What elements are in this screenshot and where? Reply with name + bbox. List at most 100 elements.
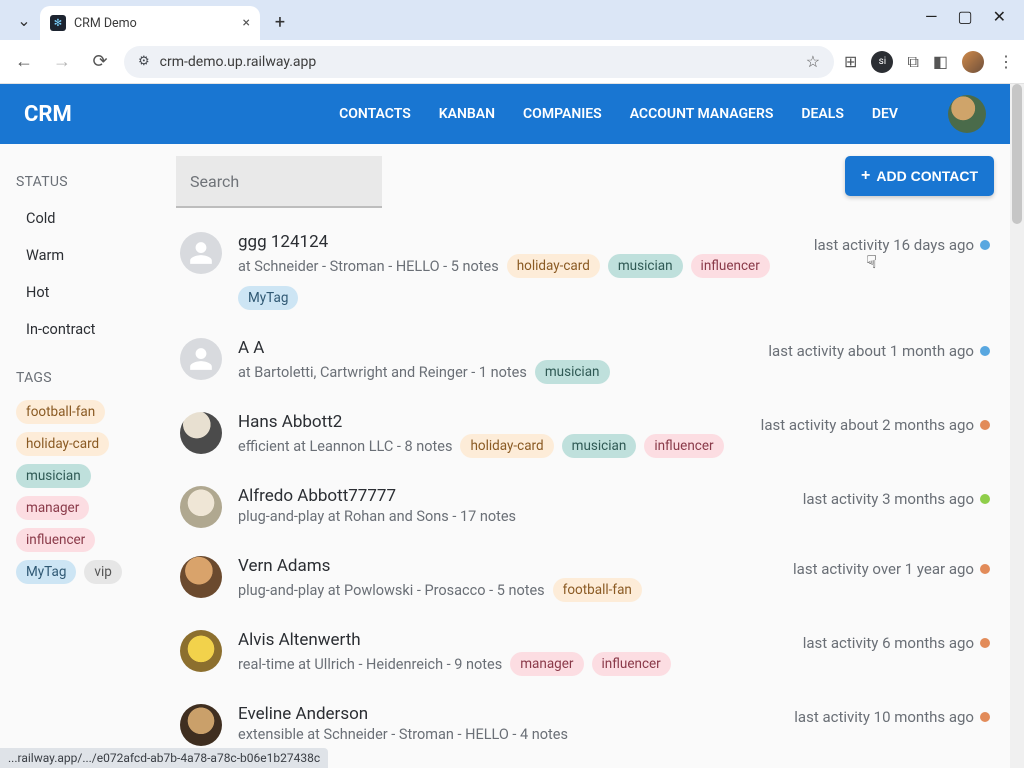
contact-activity: last activity 16 days ago [814,236,974,254]
tag-football-fan[interactable]: football-fan [16,400,105,424]
search-input[interactable]: Search [176,156,382,208]
browser-titlebar: ⌄ CRM Demo × + — ▢ ✕ [0,0,1024,40]
contact-avatar[interactable] [180,630,222,672]
tag-influencer[interactable]: influencer [16,528,95,552]
contact-subtitle: efficient at Leannon LLC - 8 notes [238,438,452,455]
contact-tag[interactable]: holiday-card [507,254,600,278]
contact-avatar[interactable] [180,556,222,598]
tag-musician[interactable]: musician [16,464,91,488]
contact-activity: last activity over 1 year ago [793,560,974,578]
tag-manager[interactable]: manager [16,496,89,520]
reload-icon[interactable]: ⟳ [86,48,114,76]
window-maximize-icon[interactable]: ▢ [957,7,972,26]
sidebar: STATUS ColdWarmHotIn-contract TAGS footb… [0,144,176,760]
contact-name: Alfredo Abbott77777 [238,486,787,506]
contact-activity: last activity about 2 months ago [761,416,974,434]
nav-account-managers[interactable]: ACCOUNT MANAGERS [630,106,774,122]
tabs-dropdown-icon[interactable]: ⌄ [14,10,34,30]
tab-title: CRM Demo [74,16,137,31]
contact-tag[interactable]: manager [510,652,583,676]
translate-icon[interactable]: ⊞ [844,52,857,71]
tags-heading: TAGS [16,370,160,386]
status-dot-icon [980,638,990,648]
status-cold[interactable]: Cold [12,200,164,237]
contact-activity: last activity about 1 month ago [768,342,974,360]
extension-badge-icon[interactable]: si [871,51,893,73]
add-contact-button[interactable]: + ADD CONTACT [845,156,994,196]
bookmark-icon[interactable]: ☆ [806,52,820,71]
contact-avatar[interactable] [180,486,222,528]
contact-tag[interactable]: football-fan [553,578,642,602]
status-dot-icon [980,240,990,250]
user-avatar[interactable] [948,95,986,133]
contact-tag[interactable]: musician [535,360,610,384]
window-close-icon[interactable]: ✕ [993,7,1006,26]
scrollbar-track[interactable] [1010,84,1024,768]
search-placeholder: Search [190,172,239,191]
contact-avatar[interactable] [180,704,222,746]
contact-tag[interactable]: holiday-card [460,434,553,458]
forward-icon[interactable]: → [48,48,76,76]
side-panel-icon[interactable]: ◧ [933,52,948,71]
contact-row[interactable]: Vern Adams plug-and-play at Powlowski - P… [176,542,994,616]
status-hot[interactable]: Hot [12,274,164,311]
status-heading: STATUS [16,174,160,190]
contact-row[interactable]: Alfredo Abbott77777plug-and-play at Roha… [176,472,994,542]
contact-tag[interactable]: musician [562,434,637,458]
nav-contacts[interactable]: CONTACTS [339,106,411,122]
status-in-contract[interactable]: In-contract [12,311,164,348]
contact-avatar[interactable] [180,412,222,454]
status-dot-icon [980,712,990,722]
contact-activity: last activity 6 months ago [803,634,974,652]
contact-row[interactable]: Hans Abbott2 efficient at Leannon LLC - 8… [176,398,994,472]
contact-tag[interactable]: influencer [644,434,723,458]
tag-vip[interactable]: vip [84,560,121,584]
extensions-icon[interactable]: ⧉ [907,52,918,72]
back-icon[interactable]: ← [10,48,38,76]
status-dot-icon [980,494,990,504]
brand[interactable]: CRM [24,102,72,127]
contact-tag[interactable]: influencer [691,254,770,278]
contact-row[interactable]: Alvis Altenwerthreal-time at Ullrich - H… [176,616,994,690]
contact-name: ggg 124124 [238,232,798,252]
contact-row[interactable]: ggg 124124 at Schneider - Stroman - HELLO… [176,218,994,324]
contact-activity: last activity 3 months ago [803,490,974,508]
scrollbar-thumb[interactable] [1012,84,1022,224]
window-minimize-icon[interactable]: — [925,7,938,26]
contact-activity: last activity 10 months ago [794,708,974,726]
nav-kanban[interactable]: KANBAN [439,106,495,122]
tag-holiday-card[interactable]: holiday-card [16,432,109,456]
contact-avatar[interactable] [180,232,222,274]
browser-tab[interactable]: CRM Demo × [40,6,260,40]
contact-name: Vern Adams [238,556,777,576]
nav-dev[interactable]: DEV [872,106,898,122]
contact-tag[interactable]: MyTag [238,286,298,310]
browser-address-bar: ← → ⟳ ⚙ crm-demo.up.railway.app ☆ ⊞ si ⧉… [0,40,1024,84]
contact-tag[interactable]: musician [608,254,683,278]
new-tab-icon[interactable]: + [266,8,294,36]
tag-mytag[interactable]: MyTag [16,560,76,584]
favicon-icon [50,15,66,31]
contact-avatar[interactable] [180,338,222,380]
contact-name: A A [238,338,752,358]
status-url: ...railway.app/.../e072afcd-ab7b-4a78-a7… [8,751,320,765]
contact-name: Eveline Anderson [238,704,778,724]
status-warm[interactable]: Warm [12,237,164,274]
site-settings-icon[interactable]: ⚙ [138,54,150,69]
contact-subtitle: plug-and-play at Powlowski - Prosacco - … [238,582,545,599]
contact-name: Hans Abbott2 [238,412,745,432]
contact-tag[interactable]: influencer [592,652,671,676]
browser-profile-avatar[interactable] [962,51,984,73]
nav-companies[interactable]: COMPANIES [523,106,602,122]
contact-subtitle: at Schneider - Stroman - HELLO - 5 notes [238,258,499,275]
nav-deals[interactable]: DEALS [801,106,843,122]
browser-menu-icon[interactable]: ⋮ [998,52,1014,71]
contact-subtitle: real-time at Ullrich - Heidenreich - 9 n… [238,656,502,673]
tab-close-icon[interactable]: × [243,15,250,31]
status-dot-icon [980,564,990,574]
contact-row[interactable]: A Aat Bartoletti, Cartwright and Reinger… [176,324,994,398]
app-header: CRM CONTACTS KANBAN COMPANIES ACCOUNT MANAG… [0,84,1010,144]
status-bar: ...railway.app/.../e072afcd-ab7b-4a78-a7… [0,748,328,768]
url-input[interactable]: ⚙ crm-demo.up.railway.app ☆ [124,46,834,78]
url-text: crm-demo.up.railway.app [160,54,317,70]
